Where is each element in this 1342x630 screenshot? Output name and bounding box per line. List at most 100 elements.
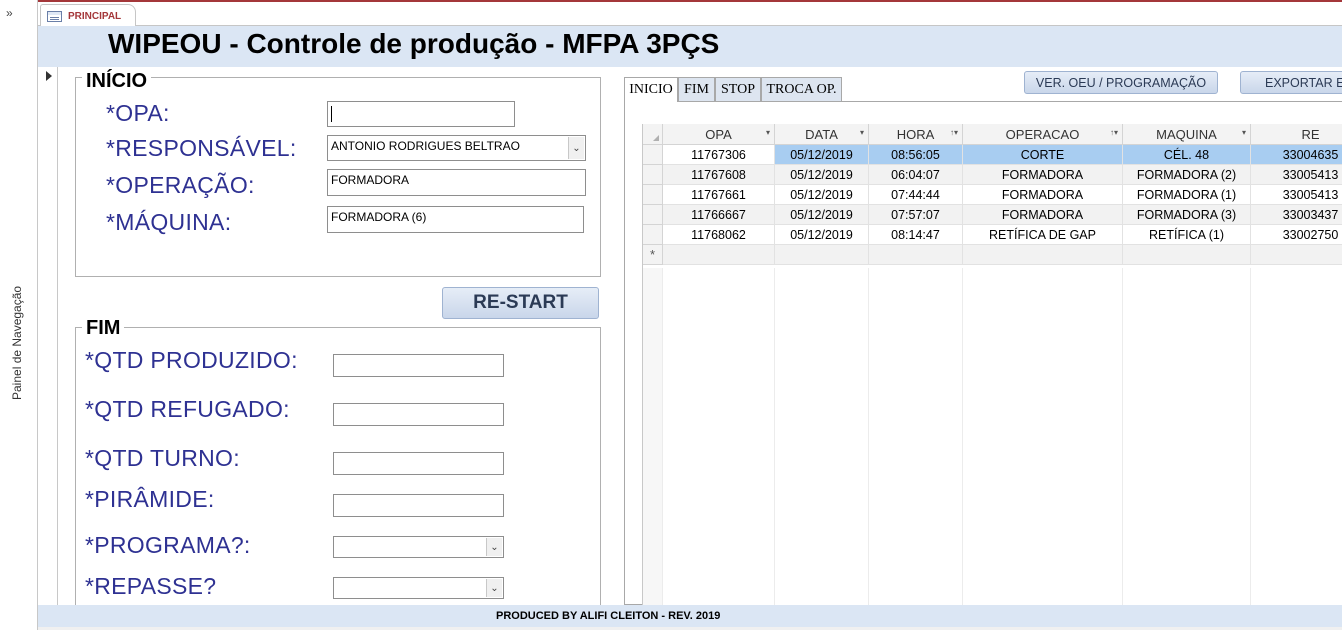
cell-opa[interactable]: 11766667	[663, 205, 775, 225]
cell-re[interactable]: 33004635	[1251, 145, 1342, 165]
responsavel-value: ANTONIO RODRIGUES BELTRAO	[331, 139, 520, 153]
sort-filter-icon[interactable]: ↑▾	[1110, 128, 1118, 137]
maquina-field[interactable]: FORMADORA (6)	[327, 206, 584, 233]
row-selector[interactable]	[643, 145, 663, 165]
form-header: WIPEOU - Controle de produção - MFPA 3PÇ…	[38, 26, 1342, 67]
opa-label: *OPA:	[106, 100, 170, 126]
cell-data[interactable]	[775, 245, 869, 265]
cell-maquina[interactable]: CÉL. 48	[1123, 145, 1251, 165]
cell-opa[interactable]: 11767306	[663, 145, 775, 165]
column-header-opa[interactable]: OPA ▾	[663, 124, 775, 145]
column-header-maquina[interactable]: MAQUINA ▾	[1123, 124, 1251, 145]
cell-re[interactable]: 33005413	[1251, 185, 1342, 205]
cell-operacao[interactable]: FORMADORA	[963, 205, 1123, 225]
qtd-produzido-input[interactable]	[333, 354, 504, 377]
row-selector[interactable]	[643, 165, 663, 185]
cell-operacao[interactable]	[963, 245, 1123, 265]
cell-hora[interactable]	[869, 245, 963, 265]
maquina-label: *MÁQUINA:	[106, 209, 232, 235]
cell-maquina[interactable]	[1123, 245, 1251, 265]
exportar-button[interactable]: EXPORTAR EX	[1240, 71, 1342, 94]
expand-nav-icon[interactable]: »	[6, 6, 13, 20]
column-header-data[interactable]: DATA ▾	[775, 124, 869, 145]
cell-operacao[interactable]: FORMADORA	[963, 185, 1123, 205]
navigation-pane-label[interactable]: Painel de Navegação	[10, 286, 24, 400]
cell-maquina[interactable]: FORMADORA (1)	[1123, 185, 1251, 205]
cell-hora[interactable]: 08:14:47	[869, 225, 963, 245]
document-tab-strip: PRINCIPAL	[38, 2, 1342, 27]
chevron-down-icon[interactable]: ⌄	[486, 579, 502, 597]
ver-oeu-programacao-button[interactable]: VER. OEU / PROGRAMAÇÃO	[1024, 71, 1218, 94]
cell-hora[interactable]: 06:04:07	[869, 165, 963, 185]
programa-combo[interactable]: ⌄	[333, 536, 504, 558]
maquina-value: FORMADORA (6)	[331, 210, 427, 224]
cell-re[interactable]: 33002750	[1251, 225, 1342, 245]
qtd-produzido-label: *QTD PRODUZIDO:	[85, 347, 298, 373]
cell-maquina[interactable]: RETÍFICA (1)	[1123, 225, 1251, 245]
column-header-re[interactable]: RE	[1251, 124, 1342, 145]
record-selector[interactable]	[38, 67, 58, 605]
cell-opa[interactable]: 11768062	[663, 225, 775, 245]
cell-operacao[interactable]: FORMADORA	[963, 165, 1123, 185]
qtd-turno-input[interactable]	[333, 452, 504, 475]
filter-dropdown-icon[interactable]: ▾	[766, 128, 770, 137]
grid-column-divider	[774, 268, 775, 605]
row-selector[interactable]	[643, 205, 663, 225]
current-record-icon	[46, 71, 52, 81]
column-header-label: RE	[1301, 126, 1320, 142]
opa-input[interactable]	[327, 101, 515, 127]
operacao-value: FORMADORA	[331, 173, 409, 187]
select-all-corner[interactable]	[643, 124, 663, 145]
row-selector[interactable]	[643, 225, 663, 245]
tab-fim[interactable]: FIM	[678, 77, 715, 101]
cell-opa[interactable]	[663, 245, 775, 265]
form-footer: PRODUCED BY ALIFI CLEITON - REV. 2019	[38, 605, 1342, 627]
document-tab-label: PRINCIPAL	[68, 10, 122, 22]
piramide-input[interactable]	[333, 494, 504, 517]
inicio-legend: INÍCIO	[82, 70, 152, 93]
column-header-label: DATA	[805, 126, 838, 142]
cell-data[interactable]: 05/12/2019	[775, 165, 869, 185]
repasse-combo[interactable]: ⌄	[333, 577, 504, 599]
cell-operacao[interactable]: RETÍFICA DE GAP	[963, 225, 1123, 245]
restart-button[interactable]: RE-START	[442, 287, 599, 319]
cell-hora[interactable]: 07:44:44	[869, 185, 963, 205]
chevron-down-icon[interactable]: ⌄	[568, 137, 584, 159]
new-record-marker[interactable]: *	[643, 245, 663, 265]
filter-dropdown-icon[interactable]: ▾	[860, 128, 864, 137]
cell-hora[interactable]: 07:57:07	[869, 205, 963, 225]
cell-maquina[interactable]: FORMADORA (2)	[1123, 165, 1251, 185]
column-header-operacao[interactable]: OPERACAO ↑▾	[963, 124, 1123, 145]
column-header-label: HORA	[896, 126, 935, 142]
chevron-down-icon[interactable]: ⌄	[486, 538, 502, 556]
datasheet-grid[interactable]: OPA ▾ DATA ▾ HORA ↑▾ OPERACAO ↑▾ MAQUINA ▾ RE…	[642, 124, 1342, 605]
operacao-field[interactable]: FORMADORA	[327, 169, 586, 196]
form-icon	[47, 10, 62, 22]
programa-label: *PROGRAMA?:	[85, 532, 251, 558]
tab-inicio[interactable]: INICIO	[624, 77, 678, 102]
cell-data[interactable]: 05/12/2019	[775, 185, 869, 205]
document-tab-principal[interactable]: PRINCIPAL	[40, 4, 136, 27]
responsavel-combo[interactable]: ANTONIO RODRIGUES BELTRAO ⌄	[327, 135, 586, 161]
tab-stop[interactable]: STOP	[715, 77, 761, 101]
cell-data[interactable]: 05/12/2019	[775, 225, 869, 245]
cell-re[interactable]	[1251, 245, 1342, 265]
cell-data[interactable]: 05/12/2019	[775, 205, 869, 225]
tab-troca-op[interactable]: TROCA OP.	[761, 77, 842, 101]
footer-credit: PRODUCED BY ALIFI CLEITON - REV. 2019	[496, 610, 721, 622]
qtd-refugado-input[interactable]	[333, 403, 504, 426]
cell-hora[interactable]: 08:56:05	[869, 145, 963, 165]
qtd-turno-label: *QTD TURNO:	[85, 445, 240, 471]
cell-maquina[interactable]: FORMADORA (3)	[1123, 205, 1251, 225]
sort-filter-icon[interactable]: ↑▾	[950, 128, 958, 137]
grid-column-divider	[1250, 268, 1251, 605]
cell-operacao[interactable]: CORTE	[963, 145, 1123, 165]
cell-re[interactable]: 33005413	[1251, 165, 1342, 185]
column-header-hora[interactable]: HORA ↑▾	[869, 124, 963, 145]
cell-re[interactable]: 33003437	[1251, 205, 1342, 225]
cell-data[interactable]: 05/12/2019	[775, 145, 869, 165]
row-selector[interactable]	[643, 185, 663, 205]
cell-opa[interactable]: 11767608	[663, 165, 775, 185]
cell-opa[interactable]: 11767661	[663, 185, 775, 205]
filter-dropdown-icon[interactable]: ▾	[1242, 128, 1246, 137]
